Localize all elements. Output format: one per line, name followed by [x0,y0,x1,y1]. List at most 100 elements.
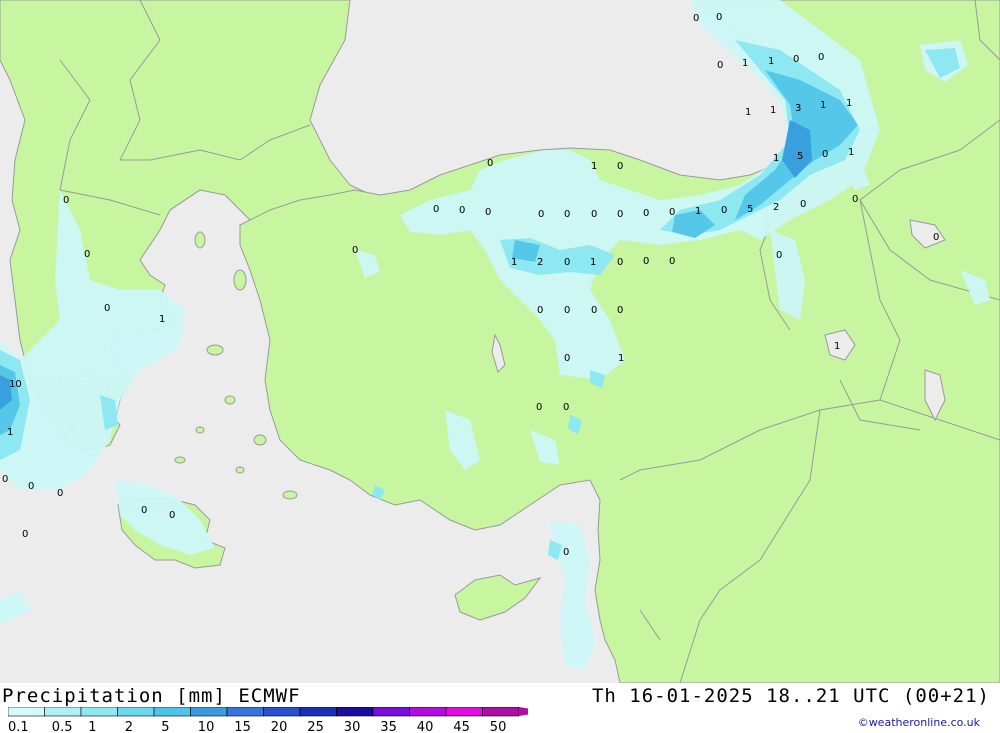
legend-swatch [80,707,118,717]
value-label: 0 [564,209,570,220]
legend-label: 1 [88,720,96,733]
value-label: 0 [63,195,69,206]
legend-swatch [8,707,45,717]
value-label: 0 [617,161,623,172]
value-label: 0 [28,481,34,492]
value-label: 0 [818,52,824,63]
legend-swatch [409,707,447,717]
value-label: 0 [852,194,858,205]
legend-swatch [117,707,155,717]
value-label: 0 [141,505,147,516]
legend-label: 0.1 [8,720,29,733]
value-label: 0 [617,209,623,220]
legend-swatch [336,707,374,717]
footer-bar: Precipitation [mm] ECMWF Th 16-01-2025 1… [0,683,1000,733]
legend-swatch [299,707,337,717]
legend-label: 35 [380,720,397,733]
legend-label: 5 [161,720,169,733]
value-label: 0 [352,245,358,256]
value-label: 1 [591,161,597,172]
value-label: 0 [793,54,799,65]
legend-arrow [519,707,528,716]
legend-label: 15 [234,720,251,733]
value-label: 0 [563,402,569,413]
legend-swatch [372,707,410,717]
value-label: 1 [511,257,517,268]
value-label: 0 [22,529,28,540]
value-label: 10 [9,379,22,390]
legend-label: 50 [490,720,507,733]
value-label: 0 [643,208,649,219]
value-label: 0 [564,257,570,268]
value-label: 0 [721,205,727,216]
value-label: 0 [716,12,722,23]
value-label: 5 [747,204,753,215]
value-label: 0 [617,305,623,316]
legend-label: 0.5 [52,720,73,733]
value-label: 1 [159,314,165,325]
legend-swatch [190,707,228,717]
legend-label: 30 [344,720,361,733]
value-label: 0 [563,547,569,558]
value-label: 1 [742,58,748,69]
value-label: 0 [84,249,90,260]
value-label: 0 [538,209,544,220]
legend-label: 25 [307,720,324,733]
value-label: 0 [717,60,723,71]
map-title: Precipitation [mm] ECMWF [2,685,301,707]
value-label: 1 [590,257,596,268]
value-label: 0 [564,353,570,364]
value-label: 1 [846,98,852,109]
value-label: 0 [485,207,491,218]
value-label: 0 [669,256,675,267]
value-label: 0 [57,488,63,499]
value-label: 0 [933,232,939,243]
precipitation-map: 0 0 0 1 1 0 0 1 1 3 1 1 0 1 0 1 5 0 1 0 … [0,0,1000,683]
legend-label: 45 [453,720,470,733]
value-label: 1 [7,427,13,438]
value-label: 1 [848,147,854,158]
legend-label: 10 [198,720,215,733]
color-legend: 0.1 0.5 1 2 5 10 15 20 25 30 35 40 45 50 [8,707,528,733]
legend-label: 2 [125,720,133,733]
legend-swatch [226,707,264,717]
legend-swatch [445,707,483,717]
value-label: 0 [669,207,675,218]
legend-label: 20 [271,720,288,733]
value-label: 0 [776,250,782,261]
value-label: 1 [768,56,774,67]
credit-link[interactable]: ©weatheronline.co.uk [858,716,980,729]
value-label: 0 [537,305,543,316]
value-label: 1 [618,353,624,364]
value-label: 2 [537,257,543,268]
value-label: 1 [820,100,826,111]
legend-swatch [482,707,520,717]
value-label: 0 [617,257,623,268]
value-label: 1 [695,206,701,217]
value-label: 2 [773,202,779,213]
value-label: 0 [591,305,597,316]
value-label: 3 [795,103,801,114]
value-label: 1 [745,107,751,118]
value-label: 0 [2,474,8,485]
value-label: 0 [433,204,439,215]
value-label: 0 [800,199,806,210]
value-label: 0 [487,158,493,169]
value-label: 5 [797,151,803,162]
value-label: 1 [770,105,776,116]
value-label: 0 [591,209,597,220]
forecast-datetime: Th 16-01-2025 18..21 UTC (00+21) [591,685,990,707]
value-label: 0 [643,256,649,267]
value-label: 0 [169,510,175,521]
value-label: 0 [104,303,110,314]
value-label: 1 [773,153,779,164]
legend-swatch [263,707,301,717]
value-label: 0 [693,13,699,24]
legend-swatch [44,707,82,717]
legend-label: 40 [417,720,434,733]
value-label: 0 [822,149,828,160]
value-label: 0 [459,205,465,216]
legend-swatch [153,707,191,717]
value-label: 0 [564,305,570,316]
value-label: 0 [536,402,542,413]
